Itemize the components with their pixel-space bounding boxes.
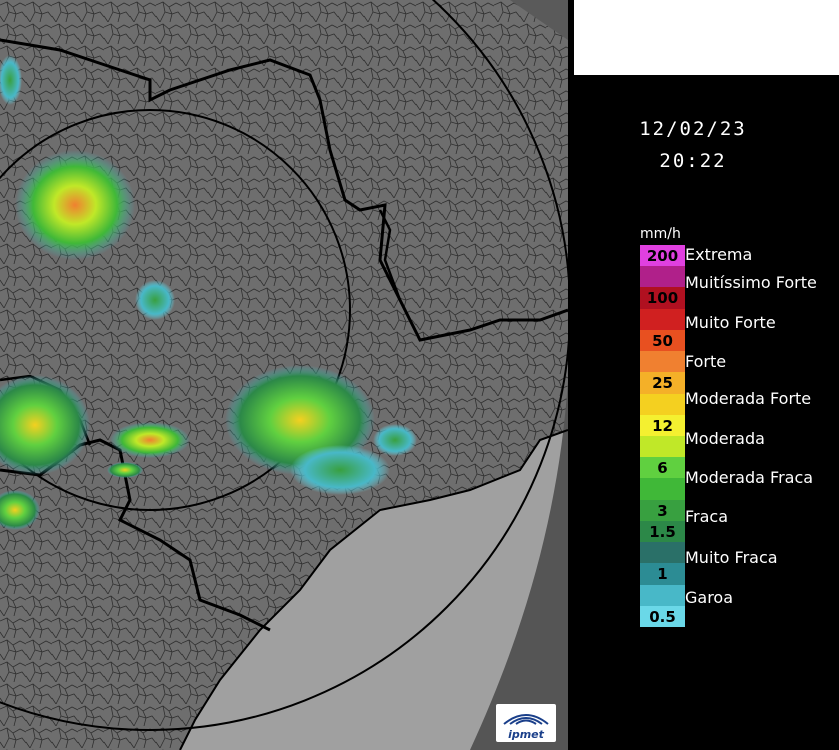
scale-box: 6 [640, 457, 685, 479]
scale-box: 0.5 [640, 605, 685, 628]
scale-box: 50 [640, 329, 685, 352]
rain-cell [135, 280, 175, 320]
scale-box: 1 [640, 563, 685, 586]
category-label: Fraca [685, 507, 729, 526]
rain-cell [15, 150, 135, 260]
category-label: Muitíssimo Forte [685, 273, 817, 292]
scale-box: 12 [640, 414, 685, 437]
category-label: Moderada Forte [685, 389, 812, 408]
logo-text: ipmet [508, 728, 544, 741]
blank-header-box [574, 0, 839, 75]
scale-box [640, 308, 685, 331]
radar-map-canvas [0, 0, 568, 750]
legend-panel: 12/02/23 20:22 mm/h 200 100 50 25 12 6 3 1.5 1 0.… [568, 0, 839, 750]
rain-cell [110, 422, 190, 458]
category-label: Extrema [685, 245, 753, 264]
scale-box [640, 584, 685, 607]
ipmet-logo-icon [503, 714, 549, 725]
scale-box: 100 [640, 287, 685, 310]
category-label: Forte [685, 352, 727, 371]
unit-label: mm/h [640, 226, 681, 242]
rain-cell [373, 424, 417, 456]
category-label: Moderada [685, 429, 765, 448]
rain-cell [107, 462, 143, 478]
scale-box [640, 351, 685, 373]
rain-cell [290, 445, 390, 495]
scale-box: 3 [640, 499, 685, 522]
time-label: 20:22 [659, 150, 727, 172]
scale-box: 1.5 [640, 520, 685, 543]
scale-box: 200 [640, 245, 685, 267]
category-label: Muito Forte [685, 313, 776, 332]
scale-box [640, 266, 685, 288]
date-label: 12/02/23 [639, 118, 747, 140]
scale-box [640, 542, 685, 564]
category-label: Moderada Fraca [685, 468, 814, 487]
scale-box [640, 393, 685, 416]
radar-map[interactable]: ipmet [0, 0, 568, 750]
ipmet-logo: ipmet [496, 704, 556, 742]
category-label: Muito Fraca [685, 548, 778, 567]
category-label: Garoa [685, 588, 734, 607]
scale-box: 25 [640, 372, 685, 395]
scale-box [640, 478, 685, 501]
scale-box [640, 436, 685, 458]
